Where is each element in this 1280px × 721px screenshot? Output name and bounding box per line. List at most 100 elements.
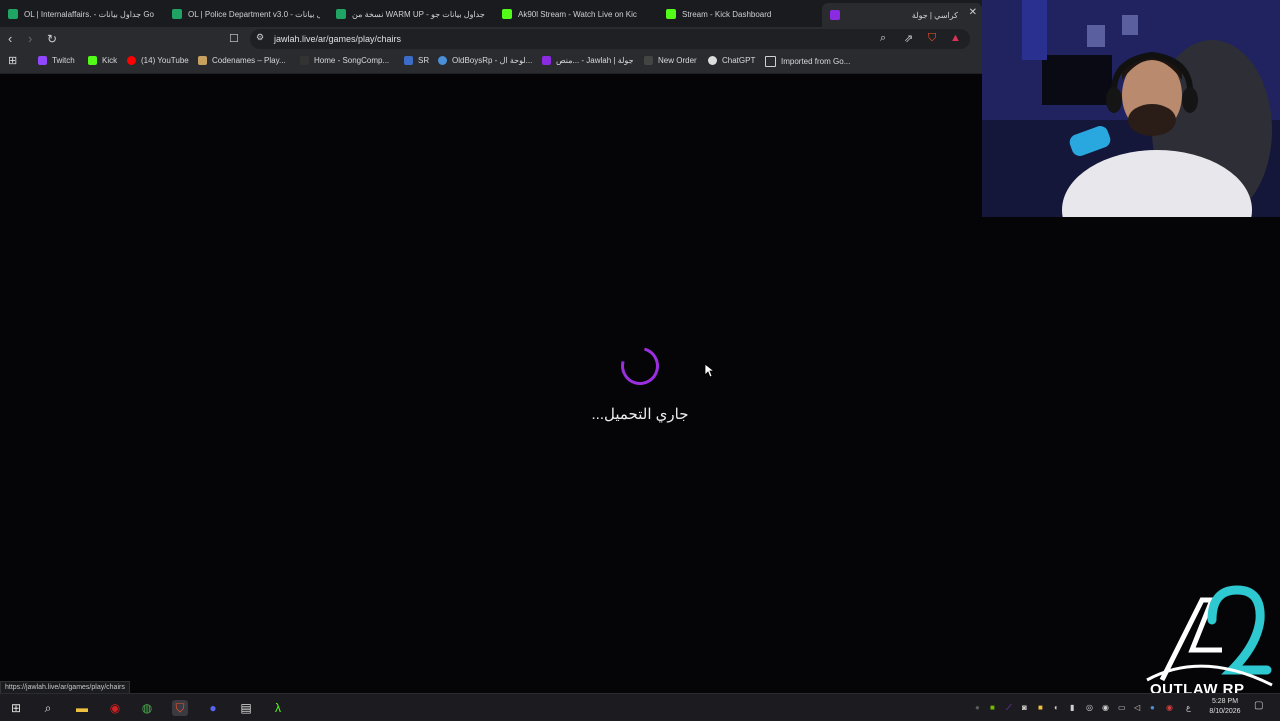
url-text[interactable]: jawlah.live/ar/games/play/chairs — [274, 34, 401, 44]
bookmark-twitch[interactable]: Twitch — [38, 56, 75, 65]
close-icon[interactable]: ✕ — [969, 7, 977, 18]
brave-shield-icon[interactable]: ⛉ — [928, 32, 936, 45]
discord-tray-icon[interactable]: ◙ — [1022, 703, 1027, 712]
bookmark-label: SR — [418, 56, 430, 65]
bookmark-label: New Order — [658, 56, 697, 65]
recorder-app-icon[interactable]: ◉ — [107, 700, 123, 716]
keyboard-language[interactable]: ع — [1186, 703, 1191, 712]
webcam-overlay — [982, 0, 1280, 217]
bookmark-label: Twitch — [52, 56, 75, 65]
tab-label: نسخة من WARM UP - جداول بيانات جو — [352, 9, 485, 19]
app-lambda-icon[interactable]: λ — [270, 700, 286, 716]
kick-icon — [502, 9, 512, 19]
bookmark-label: OldBoysRp - لوحة ال... — [452, 56, 533, 65]
site-settings-icon[interactable]: ⚙ — [256, 32, 264, 43]
bookmark-icon[interactable]: ☐ — [229, 31, 239, 47]
zoom-icon[interactable]: ⌕ — [880, 32, 886, 45]
bookmark-folder-imported[interactable]: Imported from Go... — [765, 56, 850, 67]
tab-label: Ak90l Stream - Watch Live on Kic — [518, 9, 637, 19]
tab-jawlah-chairs[interactable]: كراسي | جولة ✕ — [822, 3, 982, 27]
apps-grid-icon[interactable]: ⊞ — [8, 54, 17, 67]
brave-browser-icon[interactable]: ⛉ — [172, 700, 188, 716]
tab-strip: OL | Internalaffairs. - جداول بيانات Go … — [0, 0, 982, 27]
bookmark-label: Codenames – Play... — [212, 56, 286, 65]
tray-settings-icon[interactable]: ◎ — [1086, 703, 1093, 712]
share-icon[interactable]: ⇗ — [904, 32, 913, 45]
jawlah-icon — [830, 10, 840, 20]
bookmark-label: ChatGPT — [722, 56, 756, 65]
tray-security-icon[interactable]: ◉ — [1166, 703, 1173, 712]
sr-icon — [404, 56, 413, 65]
tab-label: OL | Internalaffairs. - جداول بيانات Go — [24, 9, 155, 19]
windows-start-icon[interactable]: ⊞ — [8, 700, 24, 716]
sheets-icon — [172, 9, 182, 19]
clock-time: 5:28 PM — [1211, 698, 1239, 705]
search-icon[interactable]: ⌕ — [40, 700, 56, 716]
bookmark-kick[interactable]: Kick — [88, 56, 117, 65]
bookmark-songcomp[interactable]: Home - SongComp... — [300, 56, 389, 65]
bookmark-label: منص... - Jawlah | جولة — [556, 56, 634, 65]
youtube-icon — [127, 56, 136, 65]
clock-date: 8/10/2026 — [1209, 708, 1241, 715]
tab-label: Stream - Kick Dashboard — [682, 9, 772, 19]
folder-icon — [765, 56, 776, 67]
bookmark-chatgpt[interactable]: ChatGPT — [708, 56, 755, 65]
nvidia-icon[interactable]: ■ — [990, 703, 995, 712]
address-bar[interactable]: ⚙ jawlah.live/ar/games/play/chairs ⌕ ⇗ ⛉… — [250, 29, 970, 49]
reload-icon[interactable]: ↻ — [47, 31, 57, 47]
webcam-feed-image — [982, 0, 1280, 217]
tray-badge-icon[interactable]: ■ — [1038, 703, 1043, 712]
tab-label: OL | Police Department v3.0 - جداول بيان… — [188, 9, 320, 19]
bookmark-label: Kick — [102, 56, 118, 65]
twitch-icon — [38, 56, 47, 65]
twitch-tray-icon[interactable]: ⟋ — [1006, 703, 1012, 713]
bookmark-label: Home - SongComp... — [314, 56, 390, 65]
bookmarks-bar: ⊞ Twitch Kick (14) YouTube Codenames – P… — [0, 51, 982, 74]
oldboys-icon — [438, 56, 447, 65]
steam-icon[interactable]: ◉ — [1102, 703, 1109, 712]
chat-app-icon[interactable]: ● — [205, 700, 221, 716]
bookmark-codenames[interactable]: Codenames – Play... — [198, 56, 286, 65]
tab-label: كراسي | جولة — [911, 10, 958, 20]
tab-warm-up[interactable]: نسخة من WARM UP - جداول بيانات جو — [336, 3, 488, 25]
tab-kick-dashboard[interactable]: Stream - Kick Dashboard — [666, 3, 816, 25]
chatgpt-icon — [708, 56, 717, 65]
tray-cloud-icon[interactable]: ● — [1150, 703, 1155, 712]
loading-text: جاري التحميل... — [591, 406, 689, 423]
system-clock[interactable]: 5:28 PM 8/10/2026 — [1202, 697, 1248, 717]
video-editor-icon[interactable]: ▤ — [238, 700, 254, 716]
tab-ak90l-stream[interactable]: Ak90l Stream - Watch Live on Kic — [502, 3, 648, 25]
forward-icon[interactable]: › — [28, 31, 32, 47]
back-icon[interactable]: ‹ — [8, 31, 12, 47]
tray-misc-icon[interactable]: ◐ — [1054, 703, 1059, 712]
loading-spinner — [614, 340, 666, 392]
toolbar: ‹ › ↻ ☐ ⚙ jawlah.live/ar/games/play/chai… — [0, 27, 982, 51]
tab-internalaffairs[interactable]: OL | Internalaffairs. - جداول بيانات Go — [8, 3, 158, 25]
file-explorer-icon[interactable]: ▬ — [74, 700, 90, 716]
brave-rewards-icon[interactable]: ▲ — [950, 32, 961, 44]
bookmark-jawlah[interactable]: منص... - Jawlah | جولة — [542, 56, 634, 65]
bookmark-oldboysrp[interactable]: OldBoysRp - لوحة ال... — [438, 56, 532, 65]
tab-police-department[interactable]: OL | Police Department v3.0 - جداول بيان… — [172, 3, 320, 25]
songcomp-icon — [300, 56, 309, 65]
bookmark-new-order[interactable]: New Order — [644, 56, 697, 65]
notifications-icon[interactable]: ▢ — [1254, 700, 1263, 711]
tray-app-icon[interactable]: ● — [975, 703, 980, 712]
codenames-icon — [198, 56, 207, 65]
sheets-icon — [8, 9, 18, 19]
bookmark-youtube[interactable]: (14) YouTube — [127, 56, 189, 65]
bookmark-label: (14) YouTube — [141, 56, 189, 65]
volume-icon[interactable]: ◁ — [1134, 703, 1140, 712]
sheets-icon — [336, 9, 346, 19]
microphone-icon[interactable]: ▮ — [1070, 703, 1074, 712]
kick-icon — [666, 9, 676, 19]
bookmark-label: Imported from Go... — [781, 57, 851, 66]
network-icon[interactable]: ▭ — [1118, 703, 1126, 712]
chrome-icon[interactable]: ◍ — [139, 700, 155, 716]
neworder-icon — [644, 56, 653, 65]
taskbar: ⊞ ⌕ ▬ ◉ ◍ ⛉ ● ▤ λ ● ■ ⟋ ◙ ■ ◐ ▮ ◎ ◉ ▭ ◁ … — [0, 693, 1280, 721]
mouse-cursor-icon — [704, 363, 714, 378]
jawlah-icon — [542, 56, 551, 65]
bookmark-sr[interactable]: SR — [404, 56, 429, 65]
kick-icon — [88, 56, 97, 65]
